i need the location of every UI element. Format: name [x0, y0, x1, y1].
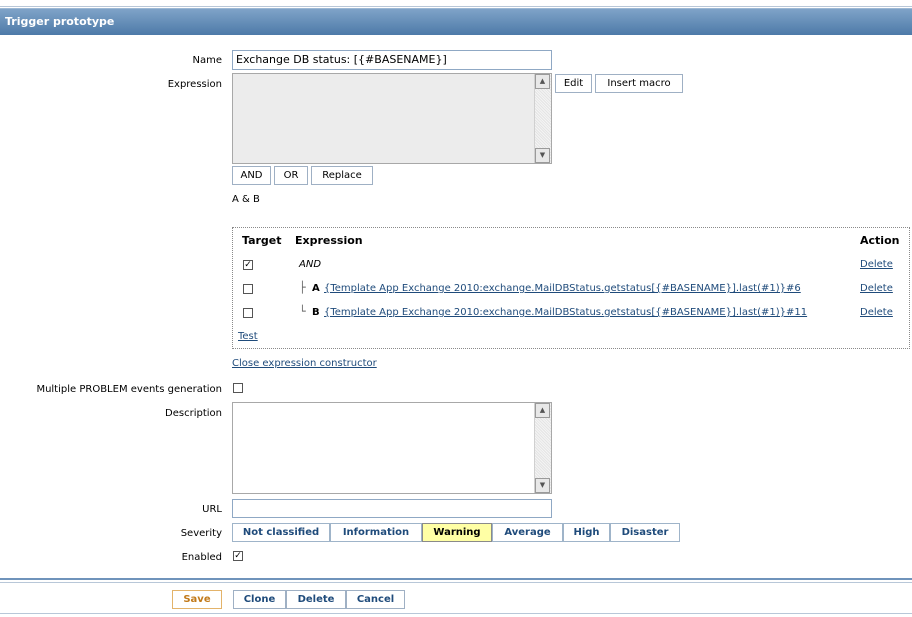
description-scrollbar[interactable]: ▲ ▼ — [534, 403, 551, 493]
multiple-problem-label: Multiple PROBLEM events generation — [36, 384, 222, 395]
scroll-up-icon[interactable]: ▲ — [535, 403, 550, 418]
top-border — [0, 0, 912, 7]
enabled-checkbox[interactable]: ✓ — [233, 551, 243, 561]
footer-divider — [0, 582, 912, 583]
header-expression: Expression — [295, 234, 363, 247]
row-operator: AND — [299, 259, 322, 270]
expression-textarea[interactable]: ▲ ▼ — [232, 73, 552, 164]
expression-summary: A & B — [232, 194, 260, 205]
severity-high[interactable]: High — [563, 523, 610, 542]
severity-not-classified[interactable]: Not classified — [232, 523, 330, 542]
scroll-down-icon[interactable]: ▼ — [535, 148, 550, 163]
footer-divider — [0, 578, 912, 580]
delete-button[interactable]: Delete — [286, 590, 346, 609]
row-letter: B — [312, 307, 320, 318]
tree-end-icon: └ — [299, 305, 306, 318]
severity-disaster[interactable]: Disaster — [610, 523, 680, 542]
expression-scrollbar[interactable]: ▲ ▼ — [534, 74, 551, 163]
row-expression-link[interactable]: {Template App Exchange 2010:exchange.Mai… — [324, 307, 807, 318]
replace-button[interactable]: Replace — [311, 166, 373, 185]
save-button[interactable]: Save — [172, 590, 222, 609]
title-bar: Trigger prototype — [0, 8, 912, 35]
url-input[interactable] — [232, 499, 552, 518]
expression-label: Expression — [167, 79, 222, 90]
row-letter: A — [312, 283, 320, 294]
header-action: Action — [860, 234, 900, 247]
and-button[interactable]: AND — [232, 166, 271, 185]
cancel-button[interactable]: Cancel — [346, 590, 405, 609]
row-target-checkbox[interactable] — [243, 308, 253, 318]
severity-label: Severity — [180, 528, 222, 539]
row-delete-link[interactable]: Delete — [860, 283, 893, 294]
or-button[interactable]: OR — [274, 166, 308, 185]
tree-branch-icon: ├ — [299, 281, 306, 294]
name-input[interactable]: Exchange DB status: [{#BASENAME}] — [232, 50, 552, 70]
header-target: Target — [242, 234, 282, 247]
description-textarea[interactable]: ▲ ▼ — [232, 402, 552, 494]
test-link[interactable]: Test — [238, 331, 258, 342]
row-delete-link[interactable]: Delete — [860, 259, 893, 270]
enabled-label: Enabled — [181, 552, 222, 563]
row-target-checkbox[interactable] — [243, 284, 253, 294]
url-label: URL — [202, 504, 222, 515]
expression-constructor: Target Expression Action ✓ AND Delete ├ … — [232, 227, 910, 349]
row-expression-link[interactable]: {Template App Exchange 2010:exchange.Mai… — [324, 283, 801, 294]
multiple-problem-checkbox[interactable] — [233, 383, 243, 393]
severity-average[interactable]: Average — [492, 523, 563, 542]
severity-warning[interactable]: Warning — [422, 523, 492, 542]
close-constructor-link[interactable]: Close expression constructor — [232, 358, 377, 369]
bottom-border — [0, 613, 912, 614]
page-title: Trigger prototype — [5, 15, 115, 28]
clone-button[interactable]: Clone — [233, 590, 286, 609]
scroll-down-icon[interactable]: ▼ — [535, 478, 550, 493]
scroll-up-icon[interactable]: ▲ — [535, 74, 550, 89]
severity-information[interactable]: Information — [330, 523, 422, 542]
name-value: Exchange DB status: [{#BASENAME}] — [236, 53, 447, 66]
row-delete-link[interactable]: Delete — [860, 307, 893, 318]
edit-button[interactable]: Edit — [555, 74, 592, 93]
name-label: Name — [192, 55, 222, 66]
insert-macro-button[interactable]: Insert macro — [595, 74, 683, 93]
row-target-checkbox[interactable]: ✓ — [243, 260, 253, 270]
description-label: Description — [165, 408, 222, 419]
